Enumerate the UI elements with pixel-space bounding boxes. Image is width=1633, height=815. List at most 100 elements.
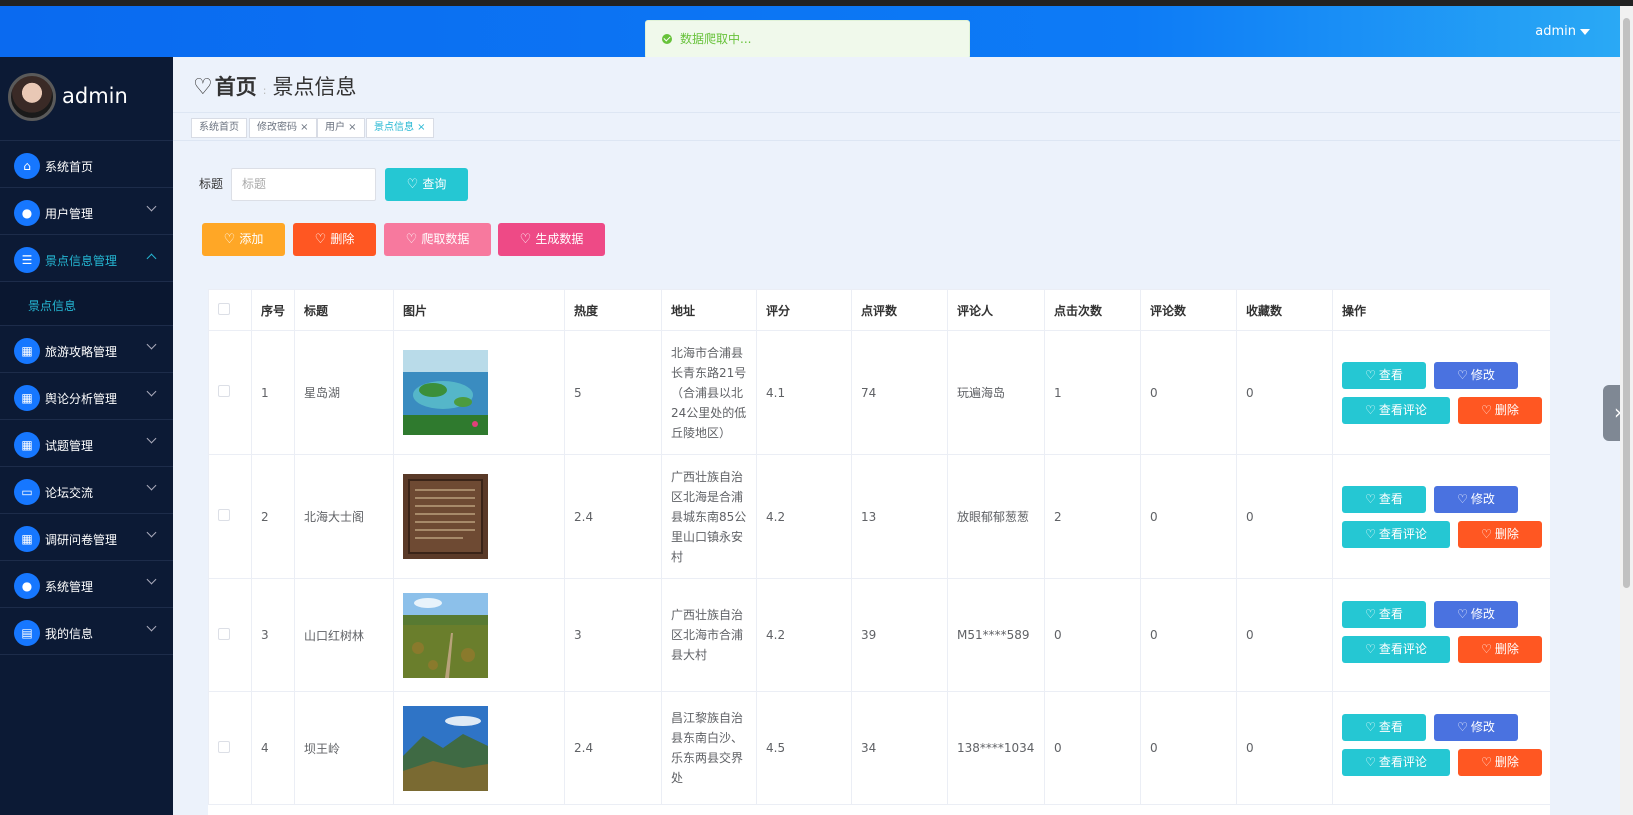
- query-button[interactable]: ♡ 查询: [385, 168, 468, 201]
- table-header: 评论人: [947, 289, 1045, 331]
- user-menu[interactable]: admin: [1535, 24, 1590, 39]
- heart-icon: ♡: [1365, 720, 1376, 734]
- attraction-image[interactable]: [403, 350, 488, 435]
- breadcrumb-current: 景点信息: [272, 75, 357, 99]
- cell-reviews: 39: [851, 578, 948, 692]
- breadcrumb-separator: :: [262, 84, 267, 97]
- edit-button[interactable]: ♡ 修改: [1434, 714, 1518, 741]
- attraction-image[interactable]: [403, 474, 488, 559]
- sidebar-item-survey[interactable]: ▦ 调研问卷管理: [0, 514, 173, 561]
- user-icon: ●: [14, 573, 40, 599]
- breadcrumb-home[interactable]: 首页: [215, 75, 257, 99]
- sidebar-item-system[interactable]: ● 系统管理: [0, 561, 173, 608]
- cell-operations: ♡ 查看 ♡ 修改 ♡ 查看评论 ♡ 删除: [1332, 578, 1550, 692]
- checkbox[interactable]: [218, 740, 230, 753]
- cell-comments: 0: [1140, 330, 1237, 455]
- tab-label: 修改密码: [257, 122, 297, 133]
- heart-icon: ♡: [1365, 642, 1376, 656]
- sidebar-item-questions[interactable]: ▦ 试题管理: [0, 420, 173, 467]
- cell-favorites: 0: [1236, 578, 1333, 692]
- heart-icon: ♡: [1481, 755, 1492, 769]
- sidebar-item-label: 系统首页: [45, 160, 94, 174]
- cell-favorites: 0: [1236, 454, 1333, 579]
- generate-data-button[interactable]: ♡ 生成数据: [498, 223, 605, 256]
- edit-button-label: 修改: [1470, 491, 1495, 506]
- query-button-label: 查询: [422, 177, 447, 191]
- view-button[interactable]: ♡ 查看: [1342, 714, 1426, 741]
- row-delete-button[interactable]: ♡ 删除: [1458, 396, 1542, 424]
- sidebar-item-home[interactable]: ⌂ 系统首页: [0, 141, 173, 188]
- cell-comments: 0: [1140, 578, 1237, 692]
- sidebar-item-attractions[interactable]: ☰ 景点信息管理: [0, 235, 173, 282]
- view-button-label: 查看: [1378, 720, 1403, 734]
- chevron-up-icon: [146, 253, 157, 264]
- cell-no: 1: [251, 330, 295, 455]
- sidebar-item-my-info[interactable]: ▤ 我的信息: [0, 608, 173, 655]
- heart-icon: ♡: [1365, 607, 1376, 621]
- view-button[interactable]: ♡ 查看: [1342, 485, 1426, 513]
- cell-address: 广西壮族自治区北海市合浦县大村: [661, 578, 757, 692]
- close-icon[interactable]: ×: [297, 122, 308, 133]
- view-button[interactable]: ♡ 查看: [1342, 361, 1426, 389]
- checkbox[interactable]: [218, 385, 230, 397]
- row-delete-button[interactable]: ♡ 删除: [1458, 520, 1542, 548]
- row-select[interactable]: [208, 454, 252, 579]
- row-select[interactable]: [208, 691, 252, 805]
- sidebar-item-forum[interactable]: ▭ 论坛交流: [0, 467, 173, 514]
- cell-title: 北海大士阁: [294, 454, 394, 579]
- view-button-label: 查看: [1378, 607, 1403, 621]
- cell-rating: 4.2: [756, 454, 852, 579]
- sidebar-item-opinion[interactable]: ▦ 舆论分析管理: [0, 373, 173, 420]
- sidebar-subitem-attraction-info[interactable]: 景点信息: [0, 282, 173, 326]
- checkbox[interactable]: [218, 302, 230, 315]
- table-header: 收藏数: [1236, 289, 1333, 331]
- view-comments-button[interactable]: ♡ 查看评论: [1342, 749, 1450, 776]
- sidebar-item-users[interactable]: ● 用户管理: [0, 188, 173, 235]
- view-comments-button[interactable]: ♡ 查看评论: [1342, 636, 1450, 663]
- view-button-label: 查看: [1378, 491, 1403, 506]
- crawl-data-button[interactable]: ♡ 爬取数据: [384, 223, 491, 256]
- close-icon[interactable]: ×: [414, 122, 425, 133]
- list-icon: ☰: [14, 247, 40, 273]
- chevron-down-icon: [146, 201, 157, 212]
- view-comments-button[interactable]: ♡ 查看评论: [1342, 396, 1450, 424]
- title-search-input[interactable]: 标题: [231, 168, 376, 201]
- sidebar-item-label: 论坛交流: [45, 486, 94, 500]
- sidebar-item-guides[interactable]: ▦ 旅游攻略管理: [0, 326, 173, 373]
- tab-change-password[interactable]: 修改密码 ×: [249, 118, 317, 138]
- attraction-image[interactable]: [403, 592, 488, 678]
- edit-button[interactable]: ♡ 修改: [1434, 485, 1518, 513]
- row-select[interactable]: [208, 578, 252, 692]
- row-delete-button[interactable]: ♡ 删除: [1458, 636, 1542, 663]
- tab-home[interactable]: 系统首页: [191, 118, 247, 138]
- delete-button[interactable]: ♡ 删除: [293, 223, 376, 256]
- edit-button[interactable]: ♡ 修改: [1434, 601, 1518, 628]
- tab-users[interactable]: 用户 ×: [317, 118, 365, 138]
- close-icon[interactable]: ×: [345, 122, 356, 133]
- header-select-all[interactable]: [208, 289, 252, 331]
- checkbox[interactable]: [218, 627, 230, 640]
- attraction-image[interactable]: [403, 705, 488, 791]
- cell-clicks: 1: [1044, 330, 1141, 455]
- cell-reviewer: 放眼郁郁葱葱: [947, 454, 1045, 579]
- checkbox[interactable]: [218, 509, 230, 521]
- cell-clicks: 0: [1044, 691, 1141, 805]
- add-button[interactable]: ♡ 添加: [202, 223, 285, 256]
- cell-reviewer: 138****1034: [947, 691, 1045, 805]
- row-delete-button[interactable]: ♡ 删除: [1458, 749, 1542, 776]
- cell-address: 北海市合浦县长青东路21号（合浦县以北24公里处的低丘陵地区）: [661, 330, 757, 455]
- tab-attraction-info[interactable]: 景点信息 ×: [366, 118, 434, 138]
- cell-favorites: 0: [1236, 330, 1333, 455]
- cell-rating: 4.2: [756, 578, 852, 692]
- row-select[interactable]: [208, 330, 252, 455]
- heart-icon: ♡: [1365, 402, 1376, 417]
- view-button[interactable]: ♡ 查看: [1342, 601, 1426, 628]
- heart-icon: ♡: [1457, 607, 1468, 621]
- view-comments-button[interactable]: ♡ 查看评论: [1342, 520, 1450, 548]
- scrollbar-thumb[interactable]: [1623, 18, 1630, 588]
- page-scrollbar[interactable]: [1620, 6, 1633, 815]
- grid-icon: ▦: [14, 432, 40, 458]
- edit-button[interactable]: ♡ 修改: [1434, 361, 1518, 389]
- avatar: [8, 73, 56, 121]
- table-header: 点评数: [851, 289, 948, 331]
